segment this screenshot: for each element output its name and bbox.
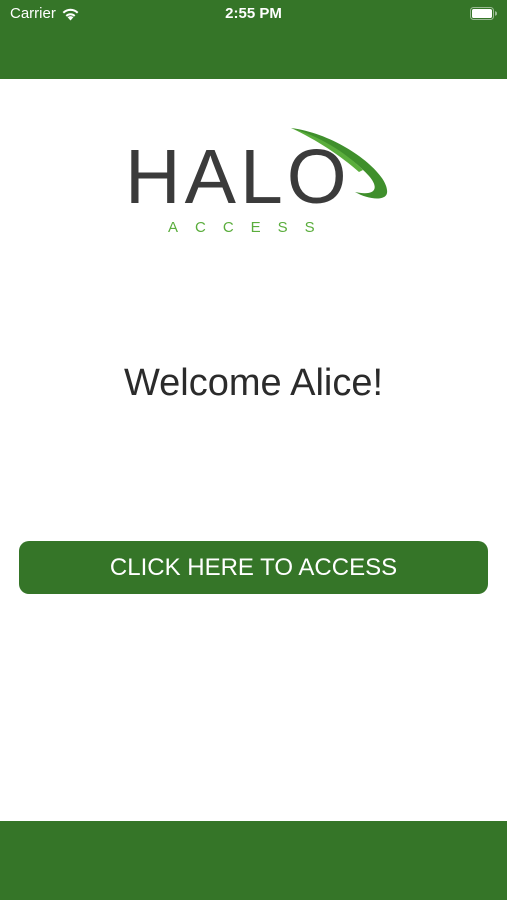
access-button[interactable]: CLICK HERE TO ACCESS — [19, 541, 488, 594]
halo-access-logo: HALO ACCESS — [123, 122, 391, 240]
footer-bar — [0, 821, 507, 900]
status-bar: Carrier 2:55 PM — [0, 0, 507, 28]
welcome-message: Welcome Alice! — [123, 362, 384, 404]
battery-icon — [470, 7, 497, 20]
status-time: 2:55 PM — [225, 5, 282, 22]
orbit-ring-icon — [291, 128, 388, 199]
